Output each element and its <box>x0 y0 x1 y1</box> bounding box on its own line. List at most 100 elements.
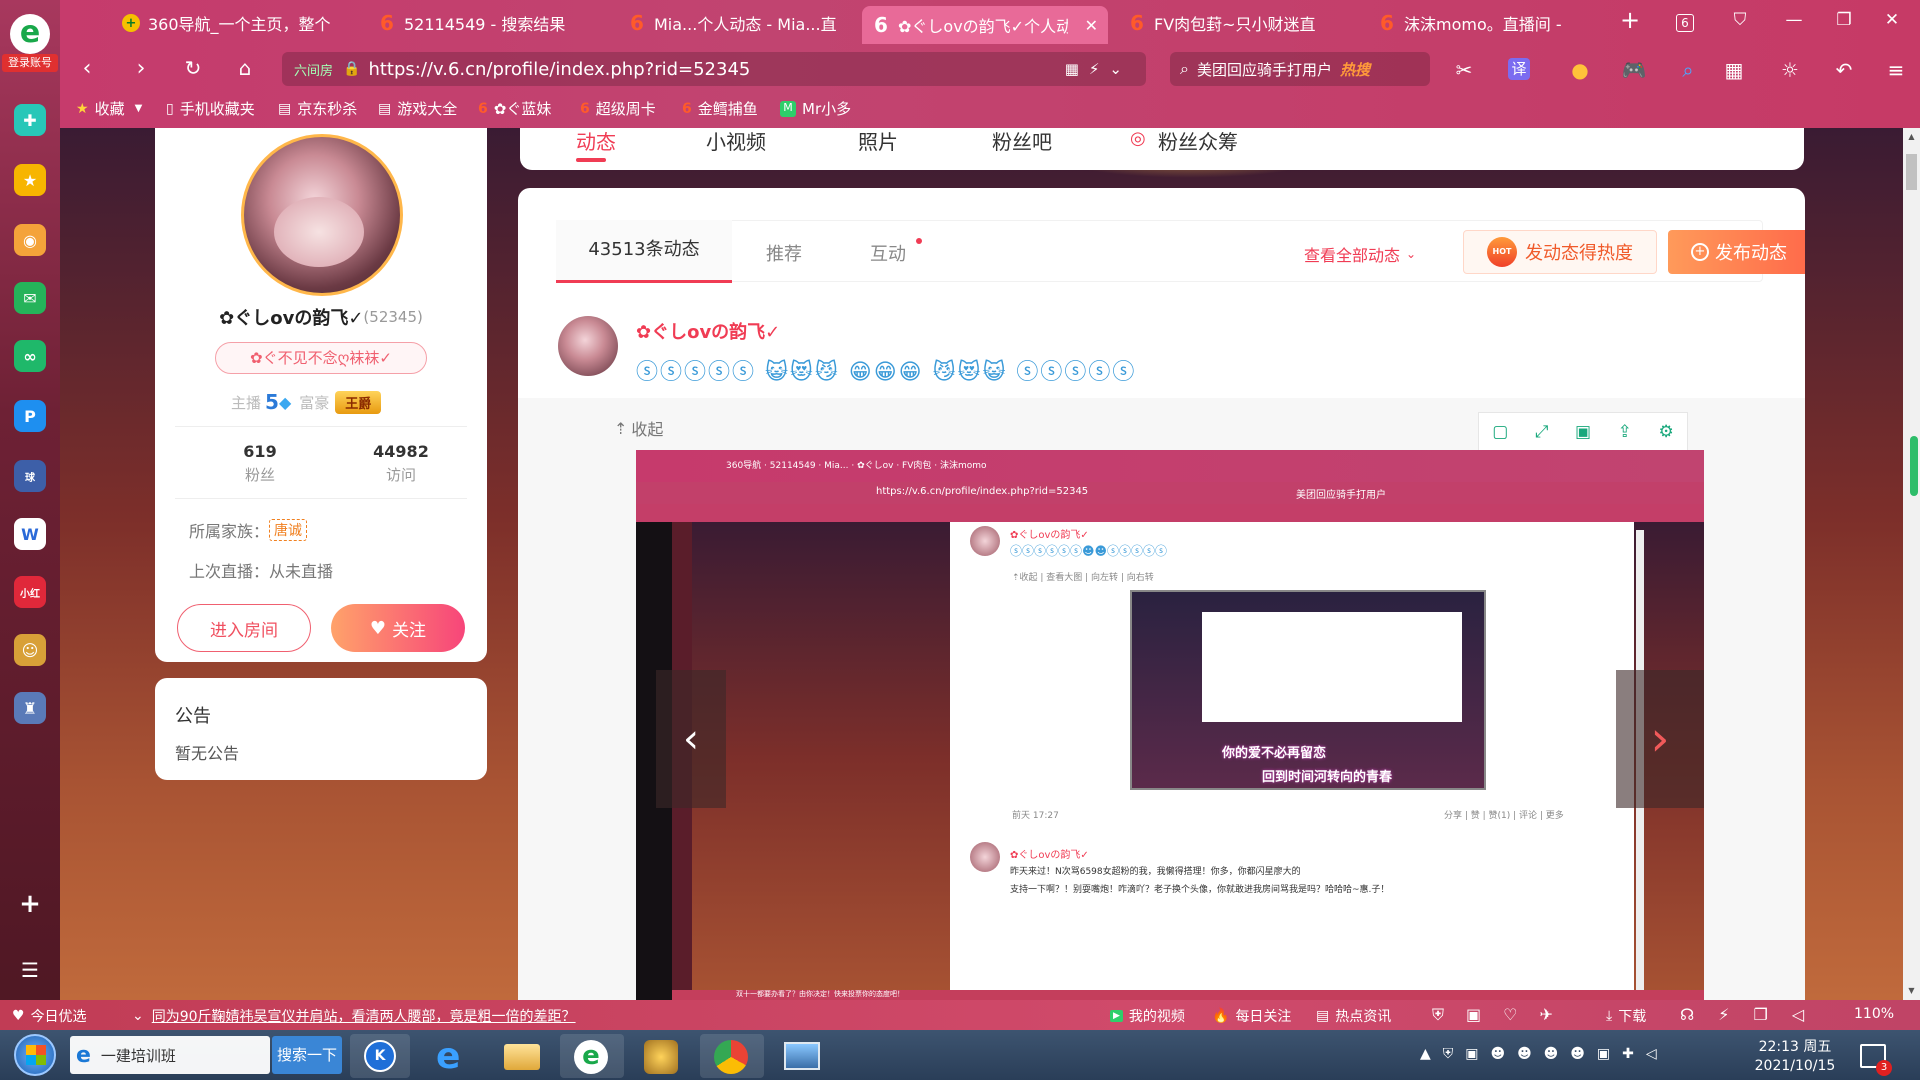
zoom-level[interactable]: 110% <box>1854 1006 1894 1022</box>
scissors-icon[interactable]: ✂ <box>1450 58 1478 82</box>
minimize-icon[interactable]: — <box>1780 10 1808 30</box>
tab-fv[interactable]: 6 FV肉包葑~只小财迷直 <box>1118 6 1358 40</box>
page-scrollbar[interactable]: ▲ ▼ <box>1903 128 1920 1000</box>
close-window-icon[interactable]: ✕ <box>1878 10 1906 30</box>
share-icon[interactable]: ⇪ <box>1618 422 1632 442</box>
status-tool-icons[interactable]: ⛨▣♡✈ <box>1432 1005 1575 1025</box>
download-link[interactable]: ⤓ 下载 <box>1606 1006 1646 1026</box>
address-bar[interactable]: 六间房 🔒 https://v.6.cn/profile/index.php?r… <box>282 52 1146 86</box>
game-char-icon[interactable]: ☺ <box>14 634 46 666</box>
daily-follow-link[interactable]: 🔥 每日关注 <box>1212 1006 1291 1026</box>
coin-icon[interactable]: ● <box>1566 58 1594 82</box>
feed-tab-interact[interactable]: 互动 <box>870 240 906 266</box>
taskbar-ie[interactable]: e <box>420 1034 484 1078</box>
maximize-icon[interactable]: ❐ <box>1830 10 1858 30</box>
tray-icons[interactable]: ▲⛨▣☻☻☻☻▣✚◁ <box>1420 1046 1669 1062</box>
hot-news-link[interactable]: ▤ 热点资讯 <box>1316 1006 1391 1026</box>
find-icon[interactable]: ⌕ <box>1674 58 1702 82</box>
favorites-star-icon[interactable]: ★ <box>14 164 46 196</box>
back-icon[interactable]: ‹ <box>72 56 102 81</box>
follow-button[interactable]: ♥ 关注 <box>331 604 465 652</box>
nav-tab-fanbar[interactable]: 粉丝吧 <box>992 128 1052 155</box>
undo-icon[interactable]: ↶ <box>1830 58 1858 82</box>
save-image-icon[interactable]: ▣ <box>1575 422 1591 442</box>
taskbar-game[interactable] <box>630 1034 694 1078</box>
weibo-icon[interactable]: ◉ <box>14 224 46 256</box>
scroll-up-icon[interactable]: ▲ <box>1903 132 1920 141</box>
post-avatar[interactable] <box>558 316 618 376</box>
next-image-button[interactable]: › <box>1616 670 1704 808</box>
clock-date[interactable]: 2021/10/15 <box>1740 1058 1850 1074</box>
close-tab-icon[interactable]: ✕ <box>1085 16 1098 35</box>
shirt-skin-icon[interactable]: ⛉ <box>1726 10 1754 30</box>
taskbar-explorer[interactable] <box>490 1034 554 1078</box>
my-video-link[interactable]: ▶ 我的视频 <box>1110 1006 1185 1026</box>
nav-tab-crowdfund[interactable]: 粉丝众筹 <box>1158 128 1238 155</box>
url-text[interactable]: https://v.6.cn/profile/index.php?rid=523… <box>368 59 750 80</box>
p-app-icon[interactable]: P <box>14 400 46 432</box>
sports-app-icon[interactable]: 球 <box>14 460 46 492</box>
search-go-button[interactable]: 搜索一下 <box>272 1036 342 1074</box>
login-button[interactable]: 登录账号 <box>2 54 58 72</box>
new-tab-icon[interactable]: + <box>1616 6 1644 34</box>
bookmark-mobile[interactable]: ▯ 手机收藏夹 <box>166 98 255 119</box>
ie-search-box[interactable]: e 一建培训班 <box>70 1036 270 1074</box>
sidebar-list-icon[interactable]: ☰ <box>14 954 46 986</box>
post-image-screenshot[interactable]: 360导航 · 52114549 · Mia... · ✿ぐしov · FV肉包… <box>636 450 1704 1000</box>
address-tools-icon[interactable]: ▦⚡⌄ <box>1065 60 1132 78</box>
tab-count-badge[interactable]: 6 <box>1676 14 1694 32</box>
forward-icon[interactable]: › <box>126 56 156 81</box>
gamepad-icon[interactable]: 🎮 <box>1620 58 1648 82</box>
word-doc-icon[interactable]: W <box>14 518 46 550</box>
post-author[interactable]: ✿ぐしovの韵飞✓ <box>636 318 780 344</box>
bookmark-games[interactable]: ▤ 游戏大全 <box>378 98 457 119</box>
scrollbar-thumb[interactable] <box>1906 154 1917 190</box>
side-handle[interactable] <box>1910 436 1918 496</box>
mail-icon[interactable]: ✉ <box>14 282 46 314</box>
home-icon[interactable]: ⌂ <box>230 56 260 80</box>
search-box[interactable]: ⌕ 美团回应骑手打用户 热搜 <box>1170 52 1430 86</box>
family-badge[interactable]: 唐诚 <box>269 519 308 541</box>
translate-icon[interactable]: 译 <box>1508 58 1530 80</box>
bookmark-blue[interactable]: 6 ✿ぐ蓝妹 <box>478 98 551 119</box>
bookmark-weekly[interactable]: 6 超级周卡 <box>580 98 656 119</box>
tab-360[interactable]: + 360导航_一个主页，整个 <box>112 6 352 40</box>
fullscreen-icon[interactable]: ⤢ <box>1535 422 1549 442</box>
tab-mia[interactable]: 6 Mia...个人动态 - Mia...直 <box>618 6 858 40</box>
browser-logo-icon[interactable]: e <box>10 14 50 54</box>
status-tool-icons-2[interactable]: ☊⚡❐◁ <box>1680 1005 1828 1024</box>
publish-button[interactable]: + 发布动态 <box>1668 230 1805 274</box>
tab-search-results[interactable]: 6 52114549 - 搜索结果 <box>368 6 608 40</box>
menu-icon[interactable]: ≡ <box>1882 58 1910 82</box>
feed-tab-recommend[interactable]: 推荐 <box>766 240 802 266</box>
clock-time[interactable]: 22:13 周五 <box>1740 1036 1850 1056</box>
nav-tab-videos[interactable]: 小视频 <box>706 128 766 155</box>
nav-tab-photos[interactable]: 照片 <box>858 128 898 155</box>
taskbar-360browser[interactable]: e <box>560 1034 624 1078</box>
refresh-icon[interactable]: ↻ <box>178 56 208 80</box>
heat-button[interactable]: HOT 发动态得热度 <box>1463 230 1657 274</box>
plus-app-icon[interactable]: ✚ <box>14 104 46 136</box>
prev-image-button[interactable]: ‹ <box>656 670 726 808</box>
nav-tab-dynamic[interactable]: 动态 <box>576 128 616 155</box>
start-button[interactable] <box>14 1034 56 1076</box>
feed-tab-all[interactable]: 43513条动态 <box>556 220 732 282</box>
avatar[interactable] <box>241 134 403 296</box>
tab-momo[interactable]: 6 沫沫momo。直播间 - <box>1368 6 1608 40</box>
enter-room-button[interactable]: 进入房间 <box>177 604 311 652</box>
apps-grid-icon[interactable]: ▦ <box>1720 58 1748 82</box>
taskbar-photos[interactable] <box>770 1034 834 1078</box>
tab-profile-active[interactable]: 6 ✿ぐしovの韵飞✓个人动 ✕ <box>862 6 1108 44</box>
bookmark-mrxiaoduo[interactable]: M Mr小多 <box>780 98 851 119</box>
add-sidebar-icon[interactable]: + <box>14 888 46 920</box>
bookmark-favorites[interactable]: ★ 收藏 ▼ <box>76 98 142 119</box>
daily-picks[interactable]: ♥ 今日优选 <box>12 1006 87 1026</box>
view-all-dropdown[interactable]: 查看全部动态 ⌄ <box>1304 242 1416 266</box>
xiaohongshu-icon[interactable]: 小红 <box>14 576 46 608</box>
bookmark-jd[interactable]: ▤ 京东秒杀 <box>278 98 357 119</box>
news-ticker[interactable]: ⌄ 同为90斤鞠婧祎吴宣仪并肩站，看清两人腰部，竟是粗一倍的差距？ <box>132 1006 576 1026</box>
fit-icon[interactable]: ▢ <box>1492 422 1508 442</box>
settings-icon[interactable]: ⚙ <box>1658 422 1673 442</box>
brightness-icon[interactable]: ☼ <box>1776 58 1804 82</box>
taskbar-chrome[interactable] <box>700 1034 764 1078</box>
